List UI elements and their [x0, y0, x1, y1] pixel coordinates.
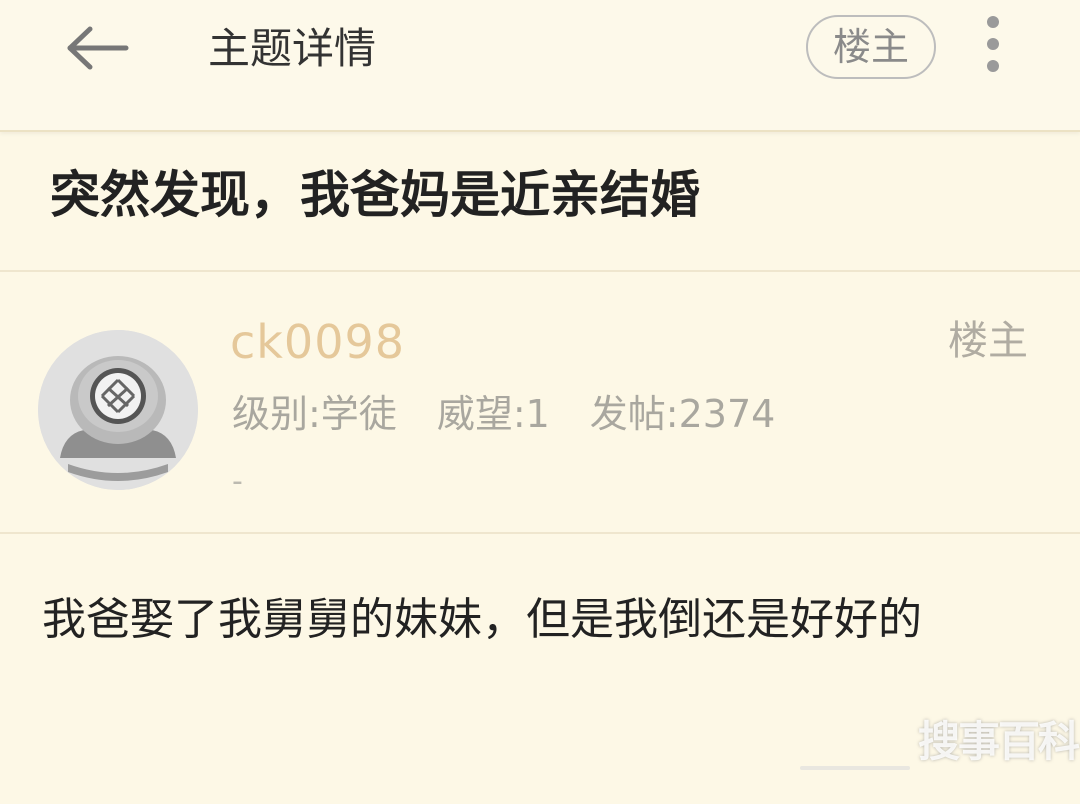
thread-title-section: 突然发现，我爸妈是近亲结婚 — [0, 132, 1080, 272]
watermark-divider — [800, 766, 910, 770]
only-owner-button[interactable]: 楼主 — [806, 15, 936, 79]
username-link[interactable]: ck0098 — [230, 312, 405, 372]
diving-helmet-icon — [38, 330, 198, 490]
watermark-logo: 搜事百科 — [918, 717, 1080, 766]
user-signature: - — [232, 464, 243, 499]
user-stats: 级别:学徒 威望:1 发帖:2374 — [232, 388, 815, 440]
avatar[interactable] — [38, 330, 198, 490]
floor-label: 楼主 — [948, 318, 1028, 364]
top-app-bar: 主题详情 楼主 — [0, 0, 1080, 132]
post-author-section: ck0098 楼主 级别:学徒 威望:1 发帖:2374 - — [0, 272, 1080, 534]
post-content: 我爸娶了我舅舅的妹妹，但是我倒还是好好的 — [42, 594, 922, 645]
user-level: 级别:学徒 — [232, 392, 397, 436]
user-reputation: 威望:1 — [436, 392, 550, 436]
arrow-left-icon[interactable] — [62, 22, 132, 74]
more-vertical-icon[interactable] — [978, 16, 1008, 80]
user-post-count: 发帖:2374 — [589, 392, 776, 436]
thread-title: 突然发现，我爸妈是近亲结婚 — [50, 166, 700, 224]
page-title: 主题详情 — [208, 24, 377, 73]
